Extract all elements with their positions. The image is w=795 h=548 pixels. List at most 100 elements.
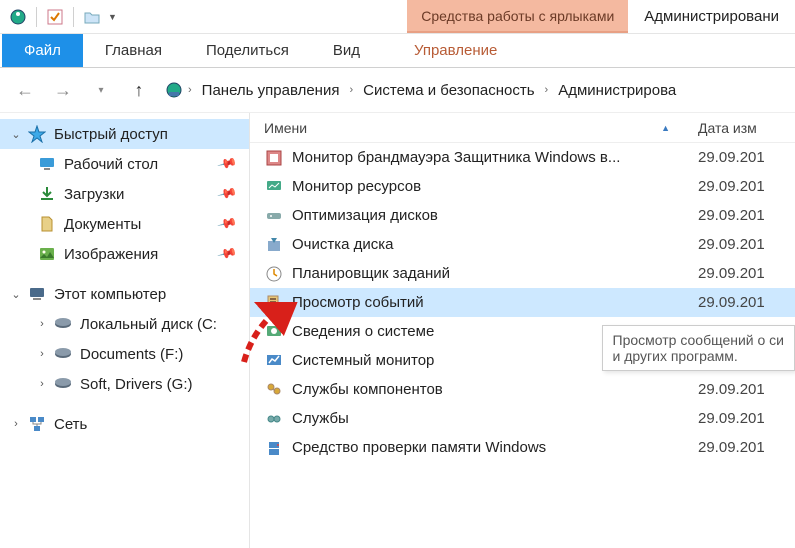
breadcrumb-segment[interactable]: Администрирова bbox=[552, 80, 682, 101]
file-row[interactable]: Монитор ресурсов29.09.201 bbox=[250, 172, 795, 201]
file-date: 29.09.201 bbox=[690, 439, 765, 456]
file-name: Средство проверки памяти Windows bbox=[292, 439, 690, 456]
network-icon bbox=[26, 413, 48, 435]
shortcut-icon bbox=[264, 322, 284, 342]
tree-label: Быстрый доступ bbox=[54, 126, 168, 143]
expand-icon[interactable]: › bbox=[8, 418, 24, 430]
pictures-icon bbox=[36, 243, 58, 265]
expand-icon[interactable]: › bbox=[34, 348, 50, 360]
sidebar-documents[interactable]: Документы 📌 bbox=[0, 209, 249, 239]
sidebar-pictures[interactable]: Изображения 📌 bbox=[0, 239, 249, 269]
chevron-right-icon[interactable]: › bbox=[347, 84, 355, 96]
drive-icon bbox=[52, 313, 74, 335]
chevron-right-icon[interactable]: › bbox=[186, 84, 194, 96]
column-headers: Имени ▲ Дата изм bbox=[250, 113, 795, 143]
shortcut-icon bbox=[264, 264, 284, 284]
shortcut-icon bbox=[264, 380, 284, 400]
breadcrumb-segment[interactable]: Система и безопасность bbox=[357, 80, 540, 101]
tree-label: Soft, Drivers (G:) bbox=[80, 376, 193, 393]
pin-icon[interactable]: 📌 bbox=[216, 243, 238, 265]
sidebar-quick-access[interactable]: ⌄ Быстрый доступ bbox=[0, 119, 249, 149]
shortcut-icon bbox=[264, 409, 284, 429]
sort-ascending-icon: ▲ bbox=[661, 123, 670, 133]
shortcut-icon bbox=[264, 206, 284, 226]
tree-label: Этот компьютер bbox=[54, 286, 166, 303]
file-date: 29.09.201 bbox=[690, 381, 765, 398]
column-name[interactable]: Имени ▲ bbox=[250, 120, 690, 136]
pin-icon[interactable]: 📌 bbox=[216, 153, 238, 175]
sidebar-drive-f[interactable]: › Documents (F:) bbox=[0, 339, 249, 369]
file-row[interactable]: Просмотр событий29.09.201 bbox=[250, 288, 795, 317]
breadcrumb-segment[interactable]: Панель управления bbox=[196, 80, 346, 101]
tab-share[interactable]: Поделиться bbox=[184, 34, 311, 67]
computer-icon bbox=[26, 283, 48, 305]
expand-icon[interactable]: › bbox=[34, 318, 50, 330]
shortcut-icon bbox=[264, 177, 284, 197]
expand-icon[interactable]: › bbox=[34, 378, 50, 390]
tooltip-line: Просмотр сообщений о си bbox=[613, 332, 784, 348]
sidebar-drive-g[interactable]: › Soft, Drivers (G:) bbox=[0, 369, 249, 399]
title-bar: ▼ Средства работы с ярлыками Администрир… bbox=[0, 0, 795, 34]
desktop-icon bbox=[36, 153, 58, 175]
file-row[interactable]: Средство проверки памяти Windows29.09.20… bbox=[250, 433, 795, 462]
tab-home[interactable]: Главная bbox=[83, 34, 184, 67]
drive-icon bbox=[52, 343, 74, 365]
file-row[interactable]: Очистка диска29.09.201 bbox=[250, 230, 795, 259]
breadcrumb[interactable]: › Панель управления › Система и безопасн… bbox=[164, 80, 783, 101]
file-date: 29.09.201 bbox=[690, 410, 765, 427]
chevron-right-icon[interactable]: › bbox=[543, 84, 551, 96]
tab-view[interactable]: Вид bbox=[311, 34, 382, 67]
tab-manage[interactable]: Управление bbox=[382, 34, 529, 67]
pin-icon[interactable]: 📌 bbox=[216, 183, 238, 205]
collapse-icon[interactable]: ⌄ bbox=[8, 288, 24, 301]
drive-icon bbox=[52, 373, 74, 395]
documents-icon bbox=[36, 213, 58, 235]
file-row[interactable]: Службы29.09.201 bbox=[250, 404, 795, 433]
file-name: Планировщик заданий bbox=[292, 265, 690, 282]
tree-label: Загрузки bbox=[64, 186, 124, 203]
collapse-icon[interactable]: ⌄ bbox=[8, 128, 24, 141]
sidebar-drive-c[interactable]: › Локальный диск (C: bbox=[0, 309, 249, 339]
navigation-pane: ⌄ Быстрый доступ Рабочий стол 📌 Загрузки… bbox=[0, 113, 250, 548]
properties-icon[interactable] bbox=[45, 7, 65, 27]
file-name: Очистка диска bbox=[292, 236, 690, 253]
qat-dropdown-icon[interactable]: ▼ bbox=[108, 12, 117, 22]
file-row[interactable]: Оптимизация дисков29.09.201 bbox=[250, 201, 795, 230]
file-date: 29.09.201 bbox=[690, 178, 765, 195]
sidebar-desktop[interactable]: Рабочий стол 📌 bbox=[0, 149, 249, 179]
pin-icon[interactable]: 📌 bbox=[216, 213, 238, 235]
file-date: 29.09.201 bbox=[690, 265, 765, 282]
recent-dropdown-icon[interactable]: ▾ bbox=[88, 77, 114, 103]
column-date[interactable]: Дата изм bbox=[690, 120, 795, 136]
tooltip-line: и других программ. bbox=[613, 348, 784, 364]
file-row[interactable]: Службы компонентов29.09.201 bbox=[250, 375, 795, 404]
file-list: Имени ▲ Дата изм Монитор брандмауэра Защ… bbox=[250, 113, 795, 548]
file-name: Службы компонентов bbox=[292, 381, 690, 398]
shortcut-icon bbox=[264, 235, 284, 255]
control-panel-icon bbox=[164, 80, 184, 100]
file-date: 29.09.201 bbox=[690, 294, 765, 311]
column-label: Имени bbox=[264, 120, 307, 136]
sidebar-this-pc[interactable]: ⌄ Этот компьютер bbox=[0, 279, 249, 309]
shortcut-icon bbox=[264, 438, 284, 458]
tooltip: Просмотр сообщений о си и других програм… bbox=[602, 325, 795, 371]
file-name: Службы bbox=[292, 410, 690, 427]
tree-label: Изображения bbox=[64, 246, 158, 263]
sidebar-network[interactable]: › Сеть bbox=[0, 409, 249, 439]
tab-file[interactable]: Файл bbox=[2, 34, 83, 67]
new-folder-icon[interactable] bbox=[82, 7, 102, 27]
back-button[interactable]: ← bbox=[12, 77, 38, 103]
forward-button[interactable]: → bbox=[50, 77, 76, 103]
contextual-tab-header: Средства работы с ярлыками bbox=[407, 0, 628, 33]
tree-label: Documents (F:) bbox=[80, 346, 183, 363]
app-icon[interactable] bbox=[8, 7, 28, 27]
file-row[interactable]: Монитор брандмауэра Защитника Windows в.… bbox=[250, 143, 795, 172]
up-button[interactable]: ↑ bbox=[126, 77, 152, 103]
sidebar-downloads[interactable]: Загрузки 📌 bbox=[0, 179, 249, 209]
star-icon bbox=[26, 123, 48, 145]
file-name: Монитор ресурсов bbox=[292, 178, 690, 195]
file-row[interactable]: Планировщик заданий29.09.201 bbox=[250, 259, 795, 288]
file-date: 29.09.201 bbox=[690, 207, 765, 224]
tree-label: Локальный диск (C: bbox=[80, 316, 217, 333]
ribbon-tabs: Файл Главная Поделиться Вид Управление bbox=[0, 34, 795, 68]
